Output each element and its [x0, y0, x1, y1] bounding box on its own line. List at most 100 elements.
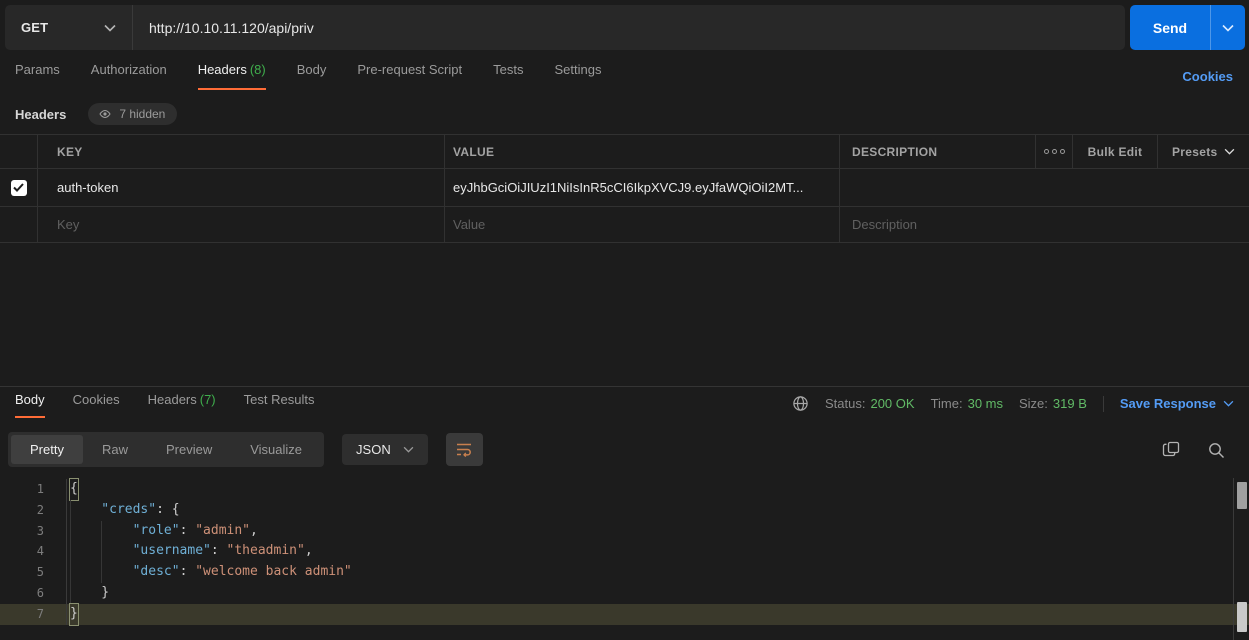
tab-params[interactable]: Params: [15, 62, 60, 88]
more-options-icon[interactable]: [1044, 149, 1065, 154]
select-all-cell: [0, 135, 38, 168]
new-description-input[interactable]: Description: [840, 207, 1249, 242]
code-line[interactable]: 4"username": "theadmin",: [0, 541, 1249, 562]
line-number[interactable]: 1: [0, 479, 67, 500]
copy-icon[interactable]: [1162, 441, 1181, 460]
line-number[interactable]: 6: [0, 583, 67, 604]
code-line[interactable]: 3"role": "admin",: [0, 521, 1249, 542]
header-description-value[interactable]: [840, 169, 1249, 206]
cookies-link[interactable]: Cookies: [1182, 69, 1233, 84]
code-token: "role": [133, 521, 180, 542]
col-value: VALUE: [445, 135, 840, 168]
tab-headers[interactable]: Headers(8): [198, 62, 266, 90]
table-row-empty: Key Value Description: [0, 207, 1249, 243]
view-tab-visualize[interactable]: Visualize: [231, 435, 321, 464]
chevron-down-icon: [1222, 24, 1234, 32]
indent-guide: [101, 541, 132, 562]
view-tab-raw[interactable]: Raw: [83, 435, 147, 464]
response-divider: [0, 386, 1249, 387]
code-token: "admin": [195, 521, 250, 542]
response-tab-body[interactable]: Body: [15, 392, 45, 418]
globe-icon[interactable]: [792, 395, 809, 412]
indent-guide: [70, 583, 101, 604]
tab-body[interactable]: Body: [297, 62, 327, 88]
table-row: auth-token eyJhbGciOiJIUzI1NiIsInR5cCI6I…: [0, 169, 1249, 207]
code-line[interactable]: 6}: [0, 583, 1249, 604]
format-label: JSON: [356, 442, 391, 457]
save-response-button[interactable]: Save Response: [1120, 396, 1234, 411]
url-input[interactable]: [133, 5, 1125, 50]
col-description: DESCRIPTION: [840, 135, 1036, 168]
scrollbar-thumb[interactable]: [1237, 482, 1247, 509]
code-token: "username": [133, 541, 211, 562]
line-number[interactable]: 2: [0, 500, 67, 521]
line-number[interactable]: 7: [0, 604, 67, 625]
presets-button[interactable]: Presets: [1158, 135, 1249, 168]
checkbox-check-icon: [13, 183, 24, 192]
headers-subsection: Headers 7 hidden: [15, 103, 177, 125]
header-key-value[interactable]: auth-token: [38, 169, 445, 206]
col-key: KEY: [38, 135, 445, 168]
format-selector[interactable]: JSON: [342, 434, 428, 465]
line-number[interactable]: 5: [0, 562, 67, 583]
tab-tests[interactable]: Tests: [493, 62, 523, 88]
text-wrap-button[interactable]: [446, 433, 483, 466]
send-options-caret[interactable]: [1211, 5, 1245, 50]
scrollbar-marker[interactable]: [1237, 602, 1247, 632]
code-token: ,: [305, 541, 313, 562]
tab-authorization[interactable]: Authorization: [91, 62, 167, 88]
headers-table-header: KEY VALUE DESCRIPTION Bulk Edit Presets: [0, 134, 1249, 169]
row-checkbox[interactable]: [11, 180, 27, 196]
response-tab-cookies[interactable]: Cookies: [73, 392, 120, 418]
new-value-input[interactable]: Value: [445, 207, 840, 242]
send-button-label[interactable]: Send: [1130, 5, 1211, 50]
code-token: }: [70, 604, 78, 625]
headers-table: KEY VALUE DESCRIPTION Bulk Edit Presets …: [0, 134, 1249, 243]
headers-count: (8): [250, 62, 266, 77]
indent-guide: [101, 562, 132, 583]
eye-icon: [98, 107, 112, 121]
method-label: GET: [21, 20, 48, 35]
response-tab-headers[interactable]: Headers(7): [148, 392, 216, 418]
hidden-headers-toggle[interactable]: 7 hidden: [88, 103, 177, 125]
header-token-value[interactable]: eyJhbGciOiJIUzI1NiIsInR5cCI6IkpXVCJ9.eyJ…: [445, 169, 840, 206]
search-icon[interactable]: [1207, 441, 1226, 460]
code-token: "desc": [133, 562, 180, 583]
code-line[interactable]: 1{: [0, 479, 1249, 500]
code-scrollbar[interactable]: [1233, 478, 1249, 640]
chevron-down-icon: [1223, 400, 1234, 407]
code-line[interactable]: 5"desc": "welcome back admin": [0, 562, 1249, 583]
more-options-cell: [1036, 135, 1073, 168]
code-line[interactable]: 2"creds": {: [0, 500, 1249, 521]
status-badge: Status:200 OK: [825, 396, 915, 411]
tab-pre-request-script[interactable]: Pre-request Script: [357, 62, 462, 88]
chevron-down-icon: [1224, 148, 1235, 155]
code-token: :: [180, 521, 196, 542]
chevron-down-icon: [104, 24, 116, 32]
request-tabs: Params Authorization Headers(8) Body Pre…: [15, 62, 601, 90]
code-token: }: [101, 583, 109, 604]
response-tabs: Body Cookies Headers(7) Test Results: [15, 392, 314, 418]
code-line[interactable]: 7}: [0, 604, 1249, 625]
tab-settings[interactable]: Settings: [554, 62, 601, 88]
indent-guide: [70, 541, 101, 562]
method-selector[interactable]: GET: [5, 5, 133, 50]
code-token: "creds": [101, 500, 156, 521]
view-tab-pretty[interactable]: Pretty: [11, 435, 83, 464]
response-body-code[interactable]: 1{2"creds": {3"role": "admin",4"username…: [0, 479, 1249, 625]
response-meta: Status:200 OK Time:30 ms Size:319 B Save…: [792, 395, 1234, 412]
new-key-input[interactable]: Key: [38, 207, 445, 242]
line-number[interactable]: 3: [0, 521, 67, 542]
line-number[interactable]: 4: [0, 541, 67, 562]
headers-section-title: Headers: [15, 107, 66, 122]
response-tab-test-results[interactable]: Test Results: [244, 392, 315, 418]
code-token: "theadmin": [227, 541, 305, 562]
indent-guide: [70, 562, 101, 583]
text-wrap-icon: [456, 442, 473, 457]
response-headers-count: (7): [200, 392, 216, 407]
send-button[interactable]: Send: [1130, 5, 1245, 50]
view-tab-preview[interactable]: Preview: [147, 435, 231, 464]
indent-guide: [70, 521, 101, 542]
bulk-edit-button[interactable]: Bulk Edit: [1073, 135, 1158, 168]
time-badge: Time:30 ms: [931, 396, 1003, 411]
